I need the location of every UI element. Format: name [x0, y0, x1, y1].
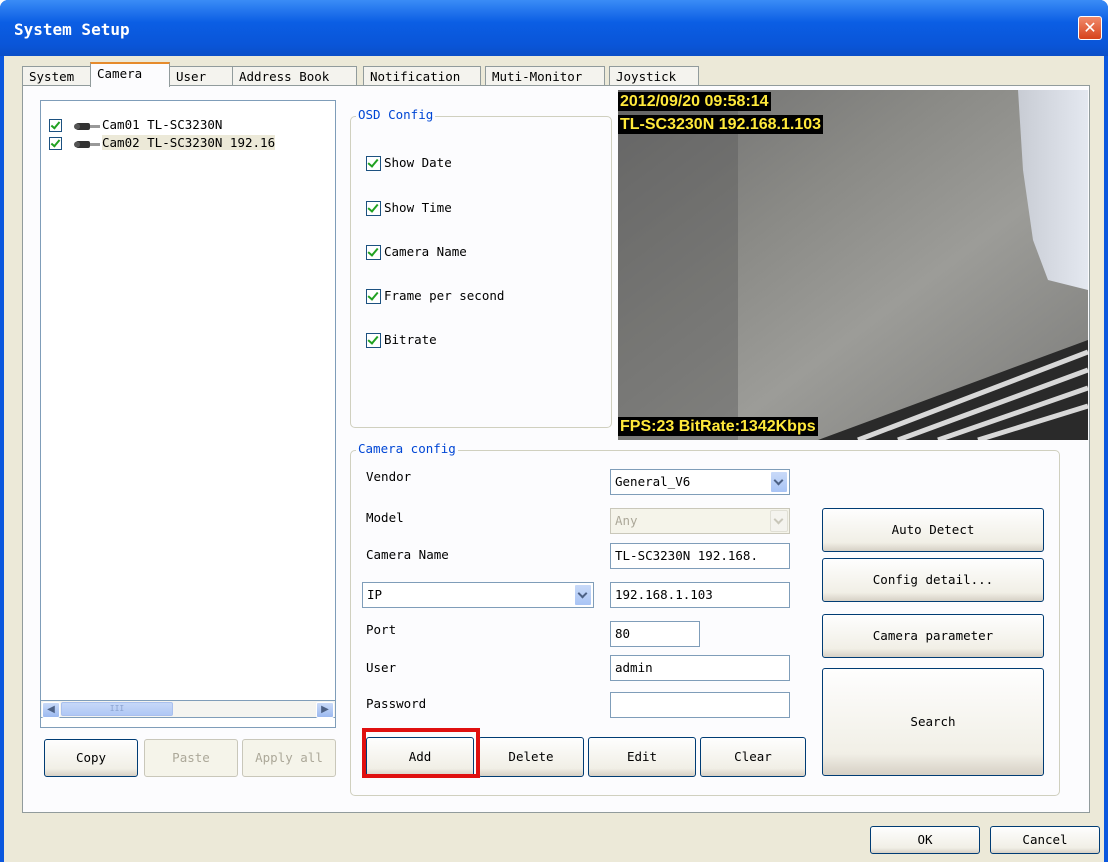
auto-detect-button[interactable]: Auto Detect: [822, 508, 1044, 552]
tab-user[interactable]: User: [169, 66, 233, 86]
address-type-value: IP: [367, 587, 383, 602]
password-input[interactable]: [610, 692, 790, 718]
user-label: User: [366, 660, 397, 675]
fps-label: Frame per second: [384, 288, 505, 303]
list-item[interactable]: Cam01 TL-SC3230N: [49, 117, 222, 135]
horizontal-scrollbar[interactable]: ◀ III ▶: [40, 700, 336, 718]
window-title: System Setup: [14, 20, 130, 39]
tab-joystick[interactable]: Joystick: [609, 66, 699, 86]
show-date-checkbox[interactable]: Show Date: [366, 155, 452, 173]
fps-checkbox[interactable]: Frame per second: [366, 288, 504, 306]
osd-datetime: 2012/09/20 09:58:14: [618, 92, 771, 111]
clear-button[interactable]: Clear: [700, 737, 806, 777]
port-label: Port: [366, 622, 397, 637]
model-label: Model: [366, 510, 404, 525]
show-date-label: Show Date: [384, 155, 452, 170]
camera-list[interactable]: Cam01 TL-SC3230N Cam02 TL-SC3230N 192.16: [40, 100, 336, 728]
list-item-label: Cam01 TL-SC3230N: [102, 117, 223, 132]
user-input[interactable]: admin: [610, 655, 790, 681]
model-select[interactable]: Any: [610, 508, 790, 534]
apply-all-button[interactable]: Apply all: [242, 739, 336, 777]
list-item-label: Cam02 TL-SC3230N 192.16: [102, 135, 276, 150]
add-button-highlight: [362, 728, 480, 778]
osd-config-label: OSD Config: [356, 107, 436, 122]
osd-camera-label: TL-SC3230N 192.168.1.103: [618, 115, 824, 134]
scroll-right-icon[interactable]: ▶: [316, 702, 334, 718]
password-label: Password: [366, 696, 427, 711]
chevron-down-icon[interactable]: [574, 584, 592, 606]
osd-stats: FPS:23 BitRate:1342Kbps: [618, 417, 818, 436]
address-type-select[interactable]: IP: [362, 582, 594, 608]
tab-address-book[interactable]: Address Book: [232, 66, 357, 86]
tab-camera[interactable]: Camera: [90, 62, 170, 87]
scroll-thumb[interactable]: III: [61, 702, 173, 716]
camera-config-label: Camera config: [356, 441, 458, 456]
search-button[interactable]: Search: [822, 668, 1044, 776]
camera-name-label: Camera Name: [384, 244, 467, 259]
ip-address-input[interactable]: 192.168.1.103: [610, 582, 790, 608]
chevron-down-icon[interactable]: [770, 471, 788, 493]
tab-muti-monitor[interactable]: Muti-Monitor: [485, 66, 605, 86]
vendor-value: General_V6: [615, 474, 691, 489]
camera-name-field-label: Camera Name: [366, 547, 449, 562]
camera-parameter-button[interactable]: Camera parameter: [822, 614, 1044, 658]
video-preview: 2012/09/20 09:58:14 TL-SC3230N 192.168.1…: [618, 90, 1088, 440]
camera-icon: [74, 122, 100, 130]
title-bar[interactable]: System Setup ✕: [0, 0, 1108, 56]
ok-button[interactable]: OK: [870, 826, 980, 854]
checkbox-cam01[interactable]: [49, 119, 62, 132]
show-time-label: Show Time: [384, 200, 452, 215]
scroll-left-icon[interactable]: ◀: [42, 702, 60, 718]
cancel-button[interactable]: Cancel: [990, 826, 1100, 854]
tab-notification[interactable]: Notification: [363, 66, 481, 86]
model-value: Any: [615, 513, 638, 528]
paste-button[interactable]: Paste: [144, 739, 238, 777]
delete-button[interactable]: Delete: [478, 737, 584, 777]
checkbox-cam02[interactable]: [49, 137, 62, 150]
config-detail-button[interactable]: Config detail...: [822, 558, 1044, 602]
copy-button[interactable]: Copy: [44, 739, 138, 777]
edit-button[interactable]: Edit: [588, 737, 696, 777]
show-time-checkbox[interactable]: Show Time: [366, 200, 452, 218]
vendor-label: Vendor: [366, 469, 412, 484]
vendor-select[interactable]: General_V6: [610, 469, 790, 495]
camera-name-input[interactable]: TL-SC3230N 192.168.: [610, 543, 790, 569]
chevron-down-icon[interactable]: [770, 510, 788, 532]
camera-icon: [74, 140, 100, 148]
bitrate-checkbox[interactable]: Bitrate: [366, 332, 437, 350]
tab-system[interactable]: System: [22, 66, 91, 86]
bitrate-label: Bitrate: [384, 332, 437, 347]
port-input[interactable]: 80: [610, 621, 700, 647]
close-icon[interactable]: ✕: [1078, 16, 1102, 40]
camera-name-checkbox[interactable]: Camera Name: [366, 244, 467, 262]
list-item[interactable]: Cam02 TL-SC3230N 192.16: [49, 135, 276, 153]
video-frame: [618, 90, 1088, 440]
